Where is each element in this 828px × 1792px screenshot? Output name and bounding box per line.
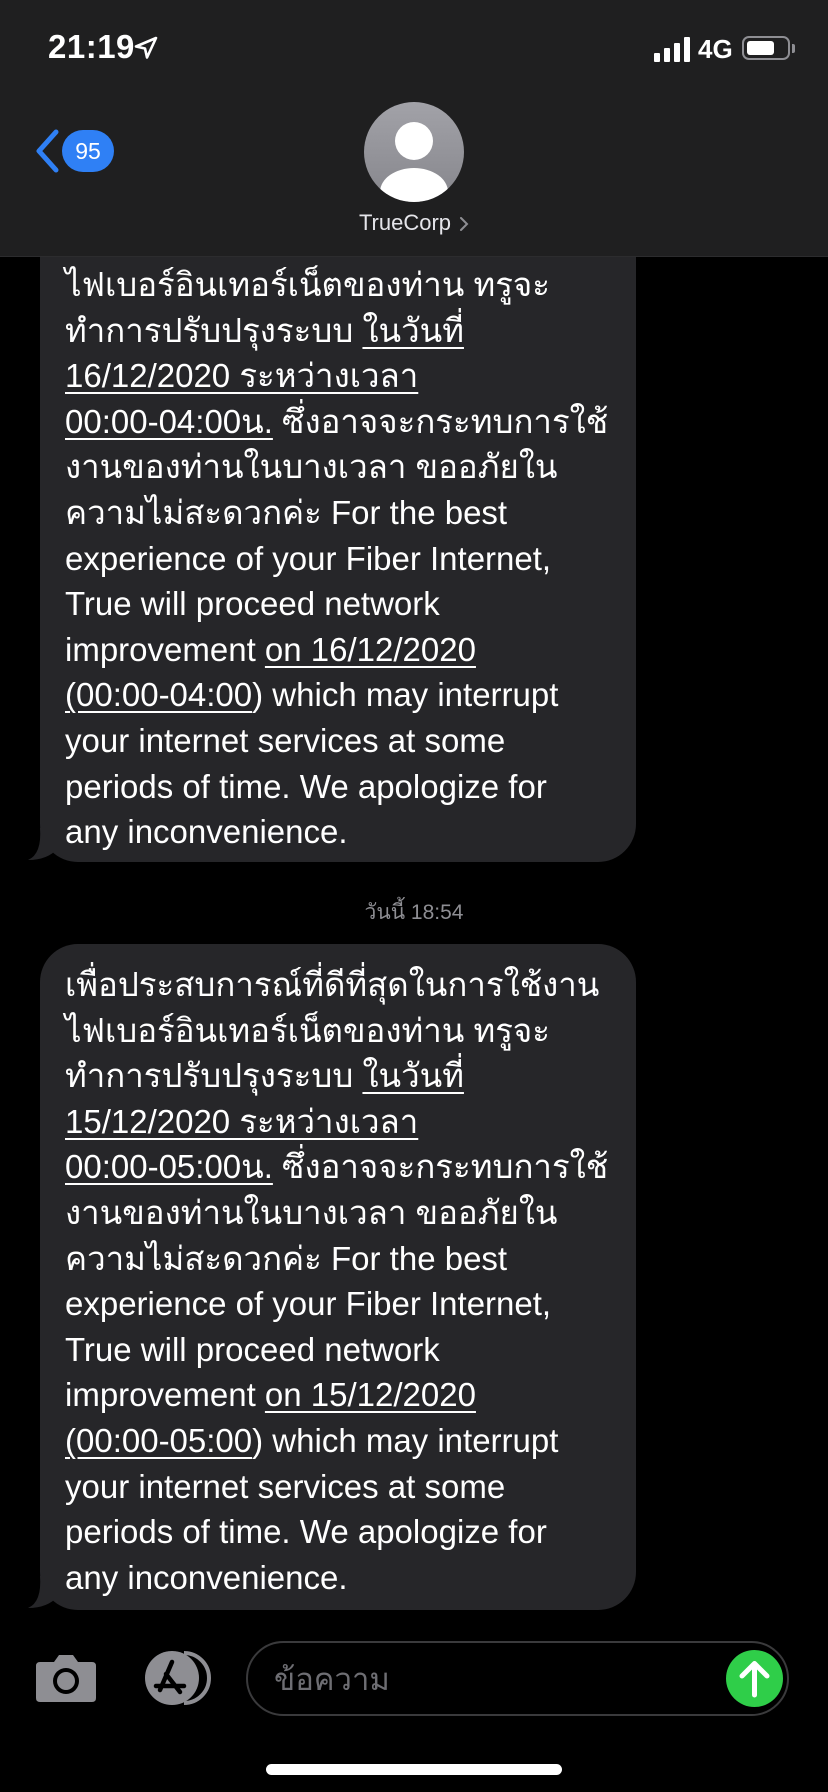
message-line: งานของท่านในบางเวลา ขออภัยใน [65, 448, 558, 486]
message-line: experience of your Fiber Internet, [65, 539, 552, 577]
message-line: True will proceed network [65, 585, 440, 623]
message-line: 16/12/2020 ระหว่างเวลา [65, 353, 614, 399]
message-text: ไฟเบอร์อินเทอร์เน็ตของท่าน ทรูจะทำการปรั… [65, 262, 614, 855]
message-line: เพื่อประสบการณ์ที่ดีที่สุดในการใช้งาน [65, 966, 600, 1003]
message-line: your internet services at some [65, 721, 506, 759]
detected-date-link[interactable]: on 15/12/2020 [265, 1376, 476, 1413]
message-line: improvement on 16/12/2020 [65, 630, 476, 668]
message-line: งานของท่านในบางเวลา ขออภัยใน [65, 1193, 558, 1231]
message-line: experience of your Fiber Internet, [65, 1285, 552, 1323]
location-arrow-icon [134, 36, 158, 59]
signal-bars-icon [654, 36, 690, 62]
message-line: ไฟเบอร์อินเทอร์เน็ตของท่าน ทรูจะ [65, 1011, 550, 1049]
detected-date-link[interactable]: 15/12/2020 ระหว่างเวลา [65, 1103, 418, 1140]
message-line: (00:00-05:00) which may interrupt [65, 1421, 559, 1459]
home-indicator [266, 1764, 562, 1775]
message-line: 00:00-05:00น. ซึ่งอาจจะกระทบการใช้ [65, 1148, 609, 1186]
message-line: improvement on 15/12/2020 [65, 1376, 476, 1414]
message-line: 00:00-04:00น. ซึ่งอาจจะกระทบการใช้ [65, 402, 609, 440]
contact-name-label: TrueCorp [358, 210, 452, 235]
message-line: ทำการปรับปรุงระบบ ในวันที่ [65, 1057, 464, 1095]
message-line: any inconvenience. [65, 1558, 348, 1596]
contact-avatar[interactable] [364, 102, 464, 202]
detected-date-link[interactable]: (00:00-04:00 [65, 676, 252, 713]
message-input-field[interactable] [246, 1641, 789, 1716]
send-button[interactable] [726, 1650, 783, 1707]
status-time: 21:19 [48, 28, 135, 65]
message-line: ความไม่สะดวกค่ะ For the best [65, 493, 508, 531]
message-bubble[interactable]: เพื่อประสบการณ์ที่ดีที่สุดในการใช้งานไฟเ… [28, 944, 636, 1610]
message-line: any inconvenience. [65, 813, 348, 851]
message-line: your internet services at some [65, 1467, 506, 1505]
message-line: ทำการปรับปรุงระบบ ในวันที่ [65, 311, 464, 349]
bubble-tail [28, 828, 58, 860]
message-line: (00:00-04:00) which may interrupt [65, 676, 559, 714]
detected-date-link[interactable]: on 16/12/2020 [265, 631, 476, 668]
message-line: periods of time. We apologize for [65, 767, 547, 805]
battery-level [747, 41, 774, 55]
message-line: ไฟเบอร์อินเทอร์เน็ตของท่าน ทรูจะ [65, 266, 550, 303]
detected-date-link[interactable]: 00:00-05:00น. [65, 1148, 273, 1185]
chevron-right-icon [460, 217, 469, 232]
message-line: 15/12/2020 ระหว่างเวลา [65, 1099, 614, 1145]
bubble-tail [28, 1576, 58, 1608]
unread-count-badge: 95 [62, 130, 114, 172]
message-line: True will proceed network [65, 1330, 440, 1368]
message-text: เพื่อประสบการณ์ที่ดีที่สุดในการใช้งานไฟเ… [65, 962, 614, 1600]
contact-name[interactable]: TrueCorp [0, 210, 828, 236]
detected-date-link[interactable]: (00:00-05:00 [65, 1422, 252, 1459]
message-timestamp: วันนี้ 18:54 [364, 901, 464, 924]
battery-tip [792, 44, 795, 53]
network-type: 4G [698, 34, 733, 64]
app-store-icon[interactable] [138, 1650, 212, 1706]
detected-date-link[interactable]: ในวันที่ [362, 312, 464, 349]
detected-date-link[interactable]: ในวันที่ [362, 1057, 464, 1094]
send-arrow-icon [739, 1661, 770, 1698]
message-input[interactable] [272, 1643, 716, 1716]
detected-date-link[interactable]: 16/12/2020 ระหว่างเวลา [65, 357, 418, 394]
battery-icon [742, 36, 790, 60]
avatar-person-icon [380, 122, 448, 202]
detected-date-link[interactable]: 00:00-04:00น. [65, 403, 273, 440]
back-chevron-icon [36, 129, 59, 173]
conversation-header: 21:19 4G 95 TrueCorp [0, 0, 828, 257]
message-line: ความไม่สะดวกค่ะ For the best [65, 1239, 508, 1277]
back-button[interactable]: 95 [32, 128, 114, 174]
message-line: periods of time. We apologize for [65, 1513, 547, 1551]
message-bubble[interactable]: ไฟเบอร์อินเทอร์เน็ตของท่าน ทรูจะทำการปรั… [28, 220, 636, 862]
camera-icon[interactable] [34, 1652, 98, 1704]
